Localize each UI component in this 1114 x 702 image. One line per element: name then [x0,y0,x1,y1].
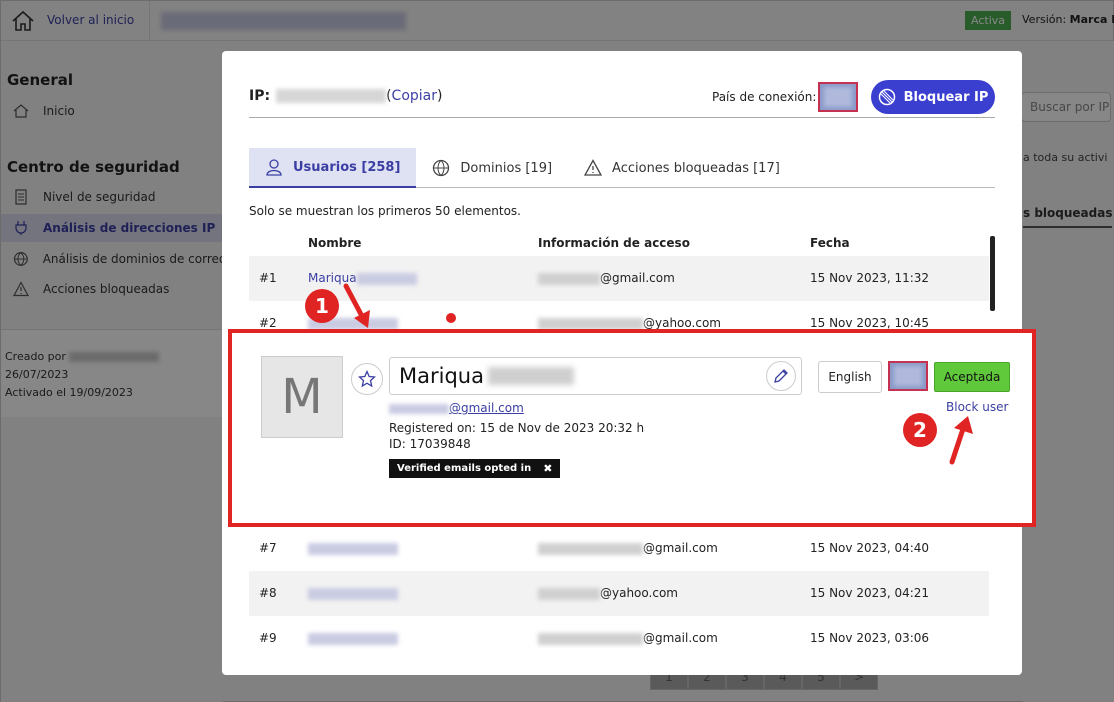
table-row[interactable]: #8 @yahoo.com 15 Nov 2023, 04:21 [249,571,989,616]
email-domain: @gmail.com [600,271,675,285]
globe-icon [433,159,450,177]
annotation-step-2: 2 [903,413,937,447]
email-domain: @gmail.com [643,631,718,645]
user-email-link[interactable]: @gmail.com [389,401,524,415]
table-row[interactable]: #9 @gmail.com 15 Nov 2023, 03:06 [249,616,989,649]
blurred-email-local [538,317,643,330]
blurred-name [308,542,398,555]
accepted-button[interactable]: Aceptada [934,362,1010,392]
copy-paren-close: ) [437,88,443,104]
user-email: @gmail.com [538,541,718,555]
copy-link[interactable]: Copiar [392,88,437,104]
column-header-name: Nombre [308,236,362,250]
user-name-link[interactable] [308,541,398,555]
tab-label: Usuarios [258] [293,159,401,175]
modal-tabs: Usuarios [258] Dominios [19] Acciones bl… [249,148,995,188]
email-domain: @gmail.com [449,401,524,415]
tab-label: Dominios [19] [460,160,553,176]
ip-label: IP: [249,88,271,104]
row-number: #8 [259,586,277,600]
column-header-date: Fecha [810,236,850,250]
country-flag [888,361,928,391]
row-date: 15 Nov 2023, 04:40 [810,541,930,555]
blurred-email-local [538,587,600,600]
country-flag [818,82,858,112]
blurred-email-local [389,403,449,414]
language-button[interactable]: English [818,361,882,393]
tab-label: Acciones bloqueadas [17] [612,160,780,176]
flag-blur [894,366,922,386]
blurred-name [308,587,398,600]
arrow-icon [343,283,370,328]
block-ip-label: Bloquear IP [903,89,989,105]
row-number: #9 [259,631,277,645]
arrow-icon [949,416,973,465]
tag-label: Verified emails opted in [397,463,532,474]
tab-domains[interactable]: Dominios [19] [416,148,568,188]
blurred-surname [487,367,574,385]
blurred-email-local [538,542,643,555]
email-domain: @yahoo.com [600,586,678,600]
tab-users[interactable]: Usuarios [258] [249,148,417,188]
column-header-access: Información de acceso [538,236,690,250]
edit-name-button[interactable] [766,361,796,391]
block-icon [878,88,895,106]
star-icon [358,370,376,388]
registered-date: Registered on: 15 de Nov de 2023 20:32 h [389,421,645,435]
row-number: #2 [259,316,277,330]
table-row[interactable]: #7 @gmail.com 15 Nov 2023, 04:40 [249,526,989,571]
user-icon [266,159,282,176]
row-date: 15 Nov 2023, 03:06 [810,631,930,645]
annotation-dot [446,313,456,323]
tab-blocked-actions[interactable]: Acciones bloqueadas [17] [568,148,796,188]
user-email: @gmail.com [538,271,675,285]
email-domain: @gmail.com [643,541,718,555]
user-email: @gmail.com [538,631,718,645]
blurred-email-local [538,632,643,645]
row-date: 15 Nov 2023, 04:21 [810,586,930,600]
user-email: @yahoo.com [538,586,678,600]
email-domain: @yahoo.com [643,316,721,330]
avatar: M [261,356,343,438]
scrollbar[interactable] [990,236,995,311]
user-name-value: Mariqua [399,364,484,388]
row-date: 15 Nov 2023, 11:32 [810,271,930,285]
warning-icon [584,159,603,176]
list-limit-note: Solo se muestran los primeros 50 element… [249,204,521,218]
ip-line: IP: (Copiar) [249,88,442,104]
user-name-link[interactable] [308,586,398,600]
pencil-icon [774,369,788,383]
blurred-email-local [538,272,600,285]
user-email: @yahoo.com [538,316,721,330]
table-header: Nombre Información de acceso Fecha [249,231,995,256]
annotation-step-1: 1 [305,289,339,323]
close-icon[interactable]: ✖ [543,462,552,475]
row-number: #7 [259,541,277,555]
blurred-ip-address [276,89,387,103]
country-label: País de conexión: [712,90,817,104]
flag-blur [824,87,852,107]
user-name-link[interactable] [308,631,398,645]
block-user-link[interactable]: Block user [946,400,1008,414]
block-ip-button[interactable]: Bloquear IP [871,80,995,114]
user-name-field[interactable]: Mariqua [389,357,802,395]
divider [249,117,995,118]
row-number: #1 [259,271,277,285]
favorite-button[interactable] [351,363,383,395]
blurred-name [308,632,398,645]
row-date: 15 Nov 2023, 10:45 [810,316,930,330]
user-id: ID: 17039848 [389,437,471,451]
verified-emails-tag: Verified emails opted in ✖ [389,459,561,478]
